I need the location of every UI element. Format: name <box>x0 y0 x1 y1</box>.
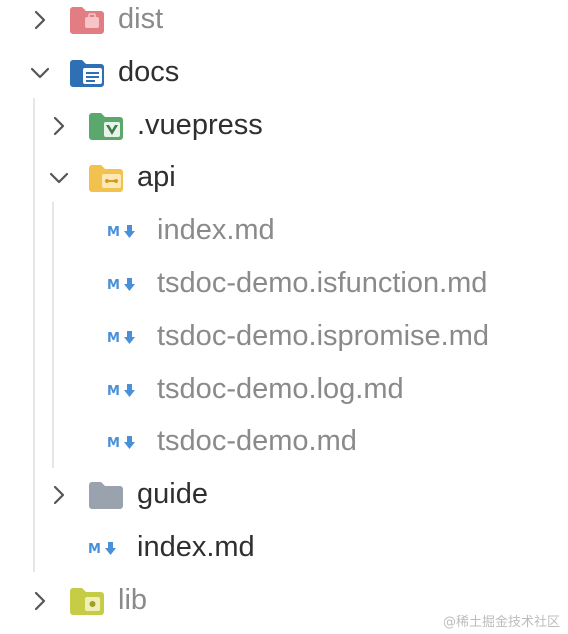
svg-text:M: M <box>107 225 120 240</box>
chevron-right-icon[interactable] <box>26 6 54 34</box>
markdown-icon: M <box>107 436 135 451</box>
tree-item-docs-index-md[interactable]: M index.md <box>0 522 568 574</box>
tree-item-dist[interactable]: dist <box>0 0 568 46</box>
watermark: @稀土掘金技术社区 <box>442 615 560 630</box>
tree-item-vuepress[interactable]: .vuepress <box>0 100 568 152</box>
tree-item-tsdoc-demo-log-md[interactable]: M tsdoc-demo.log.md <box>0 364 568 416</box>
tree-item-guide[interactable]: guide <box>0 469 568 521</box>
tree-item-label: lib <box>118 584 148 616</box>
folder-dist-icon <box>70 7 104 34</box>
markdown-icon: M <box>107 331 135 346</box>
tree-item-label: tsdoc-demo.log.md <box>157 373 404 405</box>
tree-item-label: tsdoc-demo.ispromise.md <box>157 320 489 352</box>
markdown-icon: M <box>88 542 116 557</box>
chevron-right-icon[interactable] <box>45 112 73 140</box>
folder-vuepress-icon <box>89 113 123 140</box>
markdown-icon: M <box>107 384 135 399</box>
tree-item-api-index-md[interactable]: M index.md <box>0 205 568 257</box>
svg-text:M: M <box>107 278 120 293</box>
tree-item-label: tsdoc-demo.isfunction.md <box>157 267 488 299</box>
tree-item-label: guide <box>137 478 208 510</box>
chevron-down-icon[interactable] <box>26 59 54 87</box>
folder-api-icon <box>89 165 123 192</box>
markdown-icon: M <box>107 278 135 293</box>
tree-item-tsdoc-demo-md[interactable]: M tsdoc-demo.md <box>0 416 568 468</box>
chevron-down-icon[interactable] <box>45 164 73 192</box>
tree-item-label: index.md <box>137 531 255 563</box>
folder-lib-icon <box>70 588 104 615</box>
markdown-icon: M <box>107 225 135 240</box>
chevron-right-icon[interactable] <box>45 481 73 509</box>
svg-text:M: M <box>107 331 120 346</box>
tree-item-tsdoc-demo-isfunction-md[interactable]: M tsdoc-demo.isfunction.md <box>0 258 568 310</box>
tree-item-label: api <box>137 161 176 193</box>
tree-item-tsdoc-demo-ispromise-md[interactable]: M tsdoc-demo.ispromise.md <box>0 311 568 363</box>
folder-docs-icon <box>70 60 104 87</box>
folder-guide-icon <box>89 482 123 509</box>
file-explorer-tree: dist docs .vuepress api M index.md M tsd… <box>0 0 568 634</box>
svg-text:M: M <box>107 384 120 399</box>
tree-item-docs[interactable]: docs <box>0 47 568 99</box>
tree-item-label: dist <box>118 3 164 35</box>
tree-item-api[interactable]: api <box>0 152 568 204</box>
tree-item-label: .vuepress <box>137 109 263 141</box>
svg-text:M: M <box>88 542 101 557</box>
svg-text:M: M <box>107 436 120 451</box>
tree-item-label: docs <box>118 56 180 88</box>
tree-item-label: index.md <box>157 214 275 246</box>
tree-item-label: tsdoc-demo.md <box>157 425 357 457</box>
chevron-right-icon[interactable] <box>26 587 54 615</box>
